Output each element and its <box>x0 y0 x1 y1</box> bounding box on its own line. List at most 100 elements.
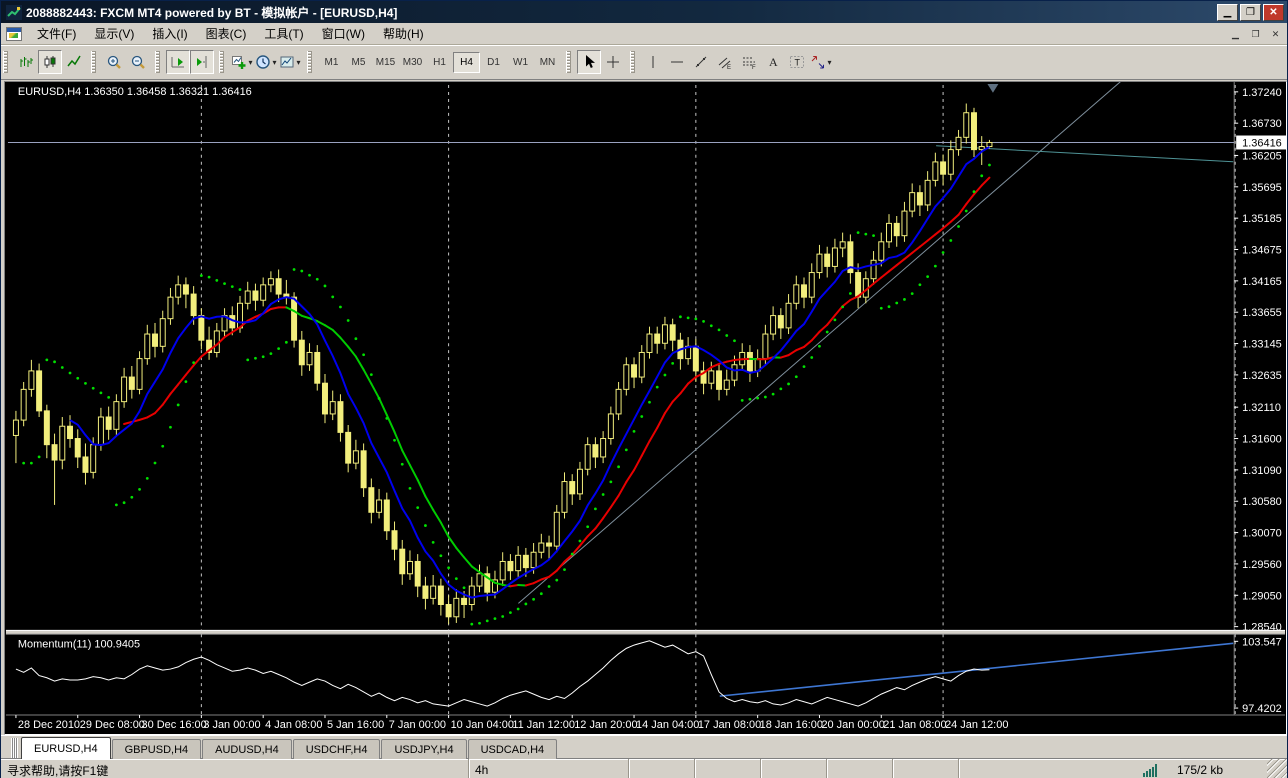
crosshair-icon <box>605 54 621 70</box>
menu-insert[interactable]: 插入(I) <box>143 22 196 45</box>
close-button[interactable]: ✕ <box>1263 4 1284 21</box>
chart-window-icon <box>6 27 22 41</box>
toolbar-grip[interactable] <box>566 51 571 73</box>
price-chart[interactable]: 1.372401.367301.362051.356951.351851.346… <box>4 81 1287 735</box>
tf-m30[interactable]: M30 <box>399 52 426 73</box>
arrows-icon <box>810 54 826 70</box>
svg-text:T: T <box>795 58 801 68</box>
svg-text:11 Jan 12:00: 11 Jan 12:00 <box>512 719 575 731</box>
menu-tools[interactable]: 工具(T) <box>255 22 312 45</box>
svg-text:1.31600: 1.31600 <box>1242 434 1282 446</box>
text-label-button[interactable]: T <box>785 50 809 74</box>
svg-text:30 Dec 16:00: 30 Dec 16:00 <box>142 719 207 731</box>
dropdown-arrow-icon: ▾ <box>827 58 831 67</box>
status-bar: 寻求帮助,请按F1键 4h 175/2 kb <box>1 758 1287 778</box>
toolbar-grip[interactable] <box>155 51 160 73</box>
menu-help[interactable]: 帮助(H) <box>374 22 433 45</box>
svg-text:E: E <box>727 65 731 70</box>
tf-h4[interactable]: H4 <box>453 52 480 73</box>
status-cell-5 <box>893 759 959 778</box>
svg-text:20 Jan 00:00: 20 Jan 00:00 <box>821 719 884 731</box>
title-bar: 2088882443: FXCM MT4 powered by BT - 模拟帐… <box>1 1 1287 23</box>
chart-shift-button[interactable] <box>190 50 214 74</box>
fibonacci-button[interactable]: F <box>737 50 761 74</box>
svg-text:1.36205: 1.36205 <box>1242 150 1282 162</box>
menu-charts[interactable]: 图表(C) <box>197 22 256 45</box>
svg-text:1.37240: 1.37240 <box>1242 87 1282 99</box>
tf-m15[interactable]: M15 <box>372 52 399 73</box>
svg-text:1.33655: 1.33655 <box>1242 307 1282 319</box>
dropdown-arrow-icon: ▾ <box>296 58 300 67</box>
horizontal-line-button[interactable] <box>665 50 689 74</box>
toolbar-grip[interactable] <box>307 51 312 73</box>
text-button[interactable]: A <box>761 50 785 74</box>
zoom-out-button[interactable] <box>126 50 150 74</box>
svg-text:1.34165: 1.34165 <box>1242 276 1282 288</box>
status-cell-3 <box>761 759 827 778</box>
tab-gbpusd[interactable]: GBPUSD,H4 <box>112 739 202 759</box>
toolbar-grip[interactable] <box>630 51 635 73</box>
status-cell-4 <box>827 759 893 778</box>
svg-text:14 Jan 04:00: 14 Jan 04:00 <box>636 719 699 731</box>
menu-view[interactable]: 显示(V) <box>85 22 143 45</box>
equidistant-channel-icon: E <box>717 54 733 70</box>
window-controls: ▁❐✕ <box>1217 4 1284 21</box>
menu-file[interactable]: 文件(F) <box>28 22 85 45</box>
crosshair-button[interactable] <box>601 50 625 74</box>
status-cell-2 <box>695 759 761 778</box>
restore-button[interactable]: ❐ <box>1240 4 1261 21</box>
svg-text:1.29560: 1.29560 <box>1242 559 1282 571</box>
svg-text:1.35695: 1.35695 <box>1242 182 1282 194</box>
chart-minimize-button[interactable]: ▁ <box>1227 26 1244 41</box>
tab-audusd[interactable]: AUDUSD,H4 <box>202 739 292 759</box>
fibonacci-icon: F <box>741 54 757 70</box>
svg-text:1.34675: 1.34675 <box>1242 244 1282 256</box>
svg-text:103.547: 103.547 <box>1242 636 1282 648</box>
svg-text:24 Jan 12:00: 24 Jan 12:00 <box>945 719 1008 731</box>
toolbar-grip[interactable] <box>3 51 8 73</box>
horizontal-line-icon <box>669 54 685 70</box>
candlestick-button[interactable] <box>38 50 62 74</box>
tf-w1[interactable]: W1 <box>507 52 534 73</box>
vertical-line-button[interactable] <box>641 50 665 74</box>
tab-usdjpy[interactable]: USDJPY,H4 <box>381 739 466 759</box>
svg-text:A: A <box>769 55 778 69</box>
periods-button[interactable]: ▾ <box>254 50 278 74</box>
toolbar-group: ▾ ▾ ▾ <box>227 48 305 76</box>
tab-scroll-grip[interactable] <box>11 738 18 758</box>
menu-bar: 文件(F)显示(V)插入(I)图表(C)工具(T)窗口(W)帮助(H) ▁❐✕ <box>1 23 1287 45</box>
equidistant-channel-button[interactable]: E <box>713 50 737 74</box>
line-chart-icon <box>66 54 82 70</box>
line-chart-button[interactable] <box>62 50 86 74</box>
toolbar-grip[interactable] <box>219 51 224 73</box>
trendline-button[interactable] <box>689 50 713 74</box>
arrows-button[interactable]: ▾ <box>809 50 833 74</box>
tf-m1[interactable]: M1 <box>318 52 345 73</box>
auto-scroll-button[interactable] <box>166 50 190 74</box>
menu-window[interactable]: 窗口(W) <box>313 22 374 45</box>
text-label-icon: T <box>789 54 805 70</box>
templates-button[interactable]: ▾ <box>278 50 302 74</box>
minimize-button[interactable]: ▁ <box>1217 4 1238 21</box>
tf-mn[interactable]: MN <box>534 52 561 73</box>
status-profile[interactable]: 4h <box>469 759 629 778</box>
tab-usdcad[interactable]: USDCAD,H4 <box>468 739 558 759</box>
zoom-in-button[interactable] <box>102 50 126 74</box>
tf-h1[interactable]: H1 <box>426 52 453 73</box>
toolbar-grip[interactable] <box>91 51 96 73</box>
new-order-button[interactable]: ▾ <box>230 50 254 74</box>
chart-close-button[interactable]: ✕ <box>1267 26 1284 41</box>
toolbar-group <box>99 48 153 76</box>
tab-eurusd[interactable]: EURUSD,H4 <box>21 737 111 759</box>
tab-usdchf[interactable]: USDCHF,H4 <box>293 739 381 759</box>
resize-grip[interactable] <box>1267 759 1287 778</box>
tf-d1[interactable]: D1 <box>480 52 507 73</box>
chart-restore-button[interactable]: ❐ <box>1247 26 1264 41</box>
svg-text:28 Dec 2010: 28 Dec 2010 <box>18 719 80 731</box>
cursor-button[interactable] <box>577 50 601 74</box>
tf-m5[interactable]: M5 <box>345 52 372 73</box>
panel-divider[interactable] <box>6 630 1285 634</box>
dropdown-arrow-icon: ▾ <box>272 58 276 67</box>
new-order-icon <box>231 54 247 70</box>
bar-chart-button[interactable] <box>14 50 38 74</box>
